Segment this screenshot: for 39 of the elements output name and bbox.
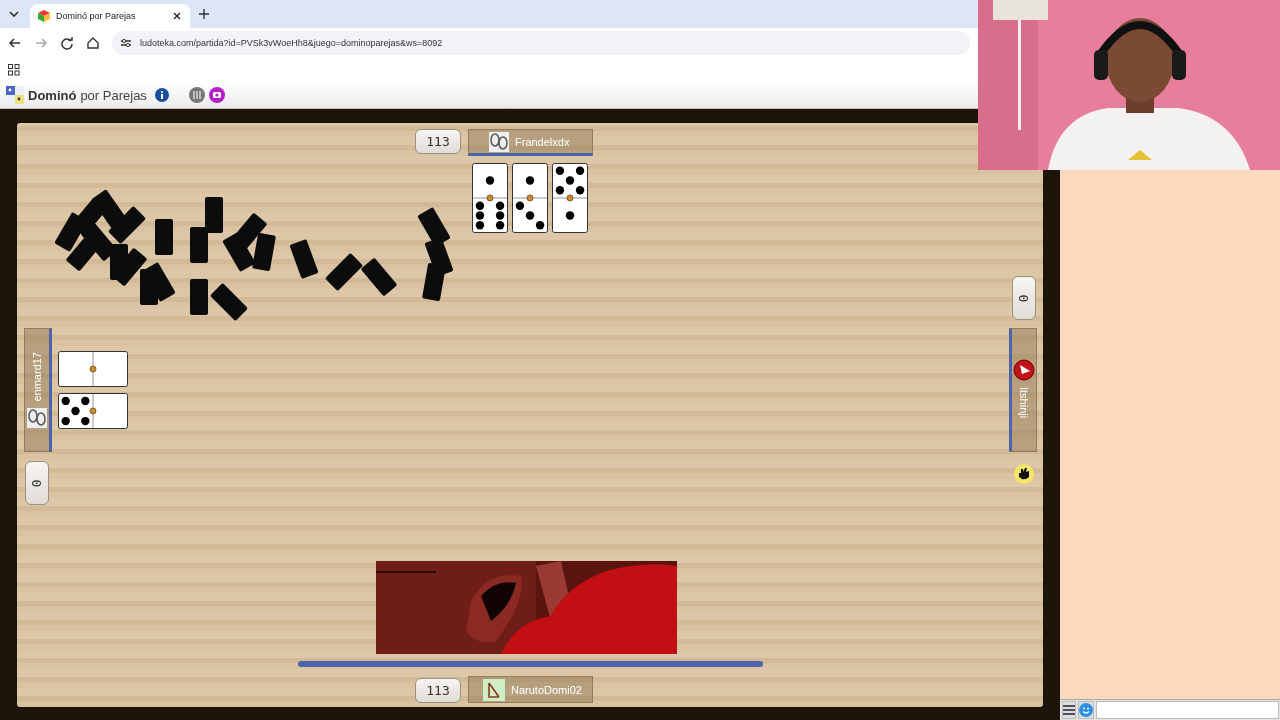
game-logo-icon (6, 86, 24, 104)
browser-tab[interactable]: Dominó por Parejas (30, 4, 190, 28)
player-name: Itshinji (1018, 387, 1030, 419)
score-display: 113 (415, 129, 461, 154)
avatar-icon (27, 407, 47, 428)
game-title: Dominó (28, 87, 77, 103)
back-icon[interactable] (8, 36, 22, 50)
player-name: Frandelxdx (515, 135, 570, 148)
smiley-icon (1079, 703, 1093, 717)
game-subtitle: por Parejas (80, 87, 147, 103)
chat-input-field[interactable] (1096, 701, 1279, 719)
menu-button[interactable] (1062, 701, 1076, 719)
cube-icon (38, 10, 50, 22)
menu-icon (1063, 705, 1075, 715)
avatar-icon (489, 131, 509, 152)
avatar-icon (483, 678, 505, 701)
camera-icon[interactable] (208, 87, 225, 103)
score-display: 0 (1012, 276, 1036, 320)
apps-icon[interactable] (8, 64, 20, 76)
new-tab-icon[interactable] (198, 8, 210, 20)
emoji-button[interactable] (1078, 701, 1094, 719)
avatar-icon (1013, 359, 1035, 381)
domino-tile[interactable] (512, 163, 548, 233)
close-icon[interactable] (172, 11, 182, 21)
reload-icon[interactable] (60, 36, 74, 50)
columns-icon[interactable] (188, 87, 205, 103)
info-icon[interactable] (154, 88, 169, 102)
score-display: 113 (415, 678, 461, 703)
home-icon[interactable] (86, 36, 100, 50)
domino-tile[interactable] (58, 351, 128, 387)
address-bar[interactable]: ludoteka.com/partida?id=PVSk3vWoeHh8&juego=dominoparejas&ws=8092 (112, 31, 970, 55)
player-name: NarutoDomi02 (511, 683, 582, 696)
site-settings-icon[interactable] (120, 37, 132, 49)
url-text: ludoteka.com/partida?id=PVSk3vWoeHh8&juego=dominoparejas&ws=8092 (140, 38, 443, 48)
domino-tile[interactable] (58, 393, 128, 429)
score-display: 0 (25, 461, 49, 505)
player-name: enmard17 (31, 352, 43, 402)
domino-tile[interactable] (552, 163, 588, 233)
domino-tile[interactable] (472, 163, 508, 233)
